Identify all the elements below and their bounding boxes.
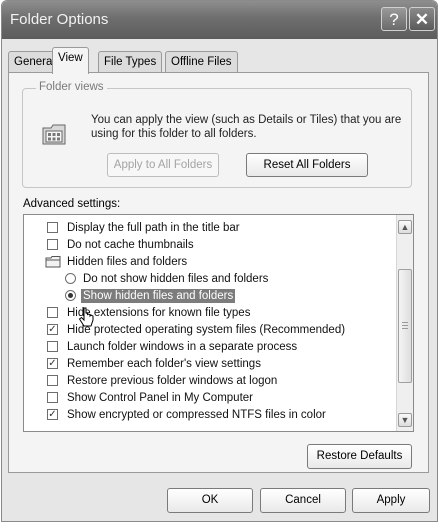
restore-defaults-button[interactable]: Restore Defaults (307, 444, 412, 469)
setting-label: Do not show hidden files and folders (83, 273, 269, 285)
folder-views-group: Folder views You can apply the view (suc… (22, 81, 412, 188)
apply-to-all-folders-button[interactable]: Apply to All Folders (107, 153, 219, 177)
folder-view-icon (42, 124, 66, 145)
folder-views-legend: Folder views (36, 81, 107, 93)
ok-button[interactable]: OK (167, 488, 253, 513)
button-label: OK (201, 494, 219, 506)
setting-label: Hidden files and folders (67, 256, 188, 268)
tab-label: View (58, 52, 83, 64)
checkbox[interactable] (47, 375, 58, 386)
folder-icon (45, 256, 61, 268)
setting-label: Show encrypted or compressed NTFS files … (67, 409, 326, 421)
cancel-button[interactable]: Cancel (260, 488, 346, 513)
scroll-down-button[interactable]: ▼ (398, 413, 412, 427)
tab-file-types[interactable]: File Types (98, 51, 163, 73)
checkbox[interactable]: ✓ (47, 324, 58, 335)
checkbox[interactable]: ✓ (47, 358, 58, 369)
setting-label: Remember each folder's view settings (67, 358, 261, 370)
scroll-up-button[interactable]: ▲ (398, 220, 412, 234)
setting-label: Restore previous folder windows at logon (67, 375, 278, 387)
reset-all-folders-button[interactable]: Reset All Folders (246, 153, 368, 177)
checkbox[interactable] (47, 239, 58, 250)
tab-label: Offline Files (171, 56, 232, 68)
close-button[interactable]: ✕ (409, 7, 435, 31)
checkbox[interactable]: ✓ (47, 409, 58, 420)
window-title: Folder Options (10, 11, 109, 28)
tab-offline-files[interactable]: Offline Files (165, 51, 238, 73)
radio-button[interactable] (65, 273, 76, 284)
radio-button[interactable] (65, 290, 76, 301)
button-label: Restore Defaults (316, 450, 403, 462)
radio-dot (68, 293, 73, 298)
checkbox[interactable] (47, 222, 58, 233)
title-bar[interactable]: Folder Options ? ✕ (2, 1, 437, 39)
apply-button[interactable]: Apply (352, 488, 430, 513)
setting-label: Show hidden files and folders (81, 289, 236, 303)
setting-label: Show Control Panel in My Computer (67, 392, 253, 404)
checkbox[interactable] (47, 392, 58, 403)
checkbox[interactable] (47, 341, 58, 352)
button-label: Apply (376, 494, 406, 506)
tab-label: File Types (104, 56, 157, 68)
folder-options-dialog: Folder Options ? ✕ General View File Typ… (1, 0, 438, 522)
help-icon: ? (389, 10, 399, 29)
help-button[interactable]: ? (381, 7, 407, 31)
scrollbar-thumb[interactable] (398, 269, 412, 383)
grip-line (402, 328, 408, 329)
advanced-settings-list[interactable]: Display the full path in the title bar D… (23, 214, 414, 432)
grip-line (402, 325, 408, 326)
view-tab-panel: Folder views You can apply the view (suc… (8, 72, 429, 473)
setting-label: Hide protected operating system files (R… (67, 324, 346, 336)
setting-label: Launch folder windows in a separate proc… (67, 341, 298, 353)
vertical-scrollbar[interactable]: ▲ ▼ (396, 215, 413, 431)
button-label: Cancel (285, 494, 321, 506)
setting-label: Do not cache thumbnails (67, 239, 194, 251)
mouse-cursor-icon (78, 307, 94, 327)
checkbox[interactable] (47, 307, 58, 318)
chevron-down-icon: ▼ (400, 415, 410, 425)
advanced-settings-label: Advanced settings: (23, 198, 121, 210)
button-label: Apply to All Folders (113, 159, 213, 171)
tab-label: General (14, 56, 55, 68)
setting-label: Display the full path in the title bar (67, 222, 240, 234)
chevron-up-icon: ▲ (400, 222, 410, 232)
grip-line (402, 322, 408, 323)
button-label: Reset All Folders (263, 159, 351, 171)
tab-view[interactable]: View (52, 47, 89, 74)
close-icon: ✕ (414, 10, 430, 29)
folder-views-description: You can apply the view (such as Details … (91, 114, 402, 140)
